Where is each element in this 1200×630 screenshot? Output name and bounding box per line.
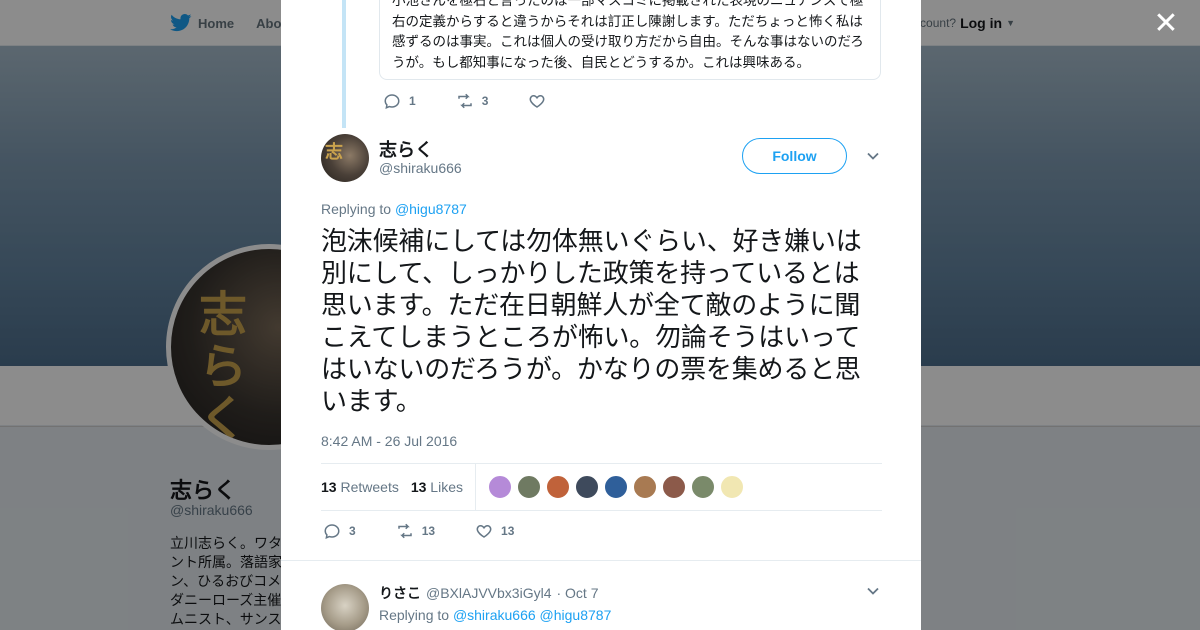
like-stat[interactable]: 13 Likes bbox=[411, 479, 463, 495]
heart-icon bbox=[476, 524, 492, 538]
reply-author-name[interactable]: りさこ bbox=[379, 583, 421, 603]
author-handle[interactable]: @shiraku666 bbox=[379, 160, 462, 176]
liker-avatar[interactable] bbox=[574, 475, 599, 499]
tweet-text: 泡沫候補にしては勿体無いぐらい、好き嫌いは別にして、しっかりした政策を持っている… bbox=[321, 227, 862, 417]
retweet-stat-label: Retweets bbox=[340, 479, 399, 495]
chevron-down-icon[interactable] bbox=[865, 583, 881, 599]
author-avatar-lettering: 志 bbox=[325, 142, 343, 163]
parent-reply-button[interactable]: 1 bbox=[383, 92, 416, 110]
like-button[interactable]: 13 bbox=[475, 522, 514, 540]
reply-avatar[interactable] bbox=[321, 584, 369, 630]
reply-header: りさこ @BXlAJVVbx3iGyl4 · Oct 7 bbox=[379, 583, 599, 603]
reply-mention-1[interactable]: @shiraku666 bbox=[453, 607, 536, 623]
retweet-stat-count: 13 bbox=[321, 479, 337, 495]
reply-icon bbox=[384, 94, 400, 109]
tweet-actions: 3 13 13 bbox=[323, 522, 514, 540]
reply-mention-2[interactable]: @higu8787 bbox=[540, 607, 612, 623]
follow-button[interactable]: Follow bbox=[742, 138, 847, 174]
replying-prefix: Replying to bbox=[321, 201, 392, 217]
liker-avatar[interactable] bbox=[545, 475, 570, 499]
parent-retweet-count: 3 bbox=[481, 94, 489, 108]
divider bbox=[281, 560, 921, 561]
liker-avatar[interactable] bbox=[719, 475, 744, 499]
liker-avatar[interactable] bbox=[690, 475, 715, 499]
liker-avatar[interactable] bbox=[603, 475, 628, 499]
parent-tweet-quote[interactable]: 小池さんを極右と言ったのは一部マスコミに掲載された表現のニュアンスで極右の定義か… bbox=[379, 0, 881, 80]
tweet-stats: 13 Retweets 13 Likes bbox=[321, 463, 882, 511]
thread-line bbox=[342, 0, 346, 128]
like-count: 13 bbox=[501, 524, 515, 538]
liker-avatars bbox=[487, 475, 744, 499]
liker-avatar[interactable] bbox=[487, 475, 512, 499]
chevron-down-icon[interactable] bbox=[865, 148, 881, 164]
parent-like-button[interactable] bbox=[528, 92, 554, 110]
reply-button[interactable]: 3 bbox=[323, 522, 356, 540]
reply-replying-to: Replying to @shiraku666 @higu8787 bbox=[379, 607, 611, 623]
parent-reply-count: 1 bbox=[409, 94, 416, 108]
parent-retweet-button[interactable]: 3 bbox=[456, 92, 489, 110]
retweet-icon bbox=[397, 523, 412, 539]
stats-divider bbox=[474, 463, 476, 511]
reply-author-handle[interactable]: @BXlAJVVbx3iGyl4 bbox=[426, 585, 551, 601]
retweet-stat[interactable]: 13 Retweets bbox=[321, 479, 399, 495]
liker-avatar[interactable] bbox=[516, 475, 541, 499]
reply-count: 3 bbox=[349, 524, 356, 538]
retweet-button[interactable]: 13 bbox=[396, 522, 435, 540]
retweet-count: 13 bbox=[421, 524, 436, 538]
liker-avatar[interactable] bbox=[661, 475, 686, 499]
replying-to: Replying to @higu8787 bbox=[321, 201, 467, 217]
tweet-timestamp[interactable]: 8:42 AM - 26 Jul 2016 bbox=[321, 433, 457, 449]
retweet-icon bbox=[457, 93, 472, 109]
reply-replying-prefix: Replying to bbox=[379, 607, 450, 623]
heart-icon bbox=[529, 94, 545, 108]
close-icon[interactable]: ✕ bbox=[1152, 9, 1180, 39]
like-stat-count: 13 bbox=[410, 479, 427, 495]
replying-mention[interactable]: @higu8787 bbox=[395, 201, 467, 217]
tweet-modal: 小池さんを極右と言ったのは一部マスコミに掲載された表現のニュアンスで極右の定義か… bbox=[281, 0, 921, 630]
author-avatar[interactable]: 志 bbox=[321, 134, 369, 182]
parent-tweet-actions: 1 3 bbox=[383, 92, 554, 110]
liker-avatar[interactable] bbox=[632, 475, 657, 499]
reply-time[interactable]: · Oct 7 bbox=[556, 585, 598, 601]
reply-icon bbox=[324, 524, 340, 539]
author-name[interactable]: 志らく bbox=[379, 136, 433, 162]
like-stat-label: Likes bbox=[430, 479, 463, 495]
